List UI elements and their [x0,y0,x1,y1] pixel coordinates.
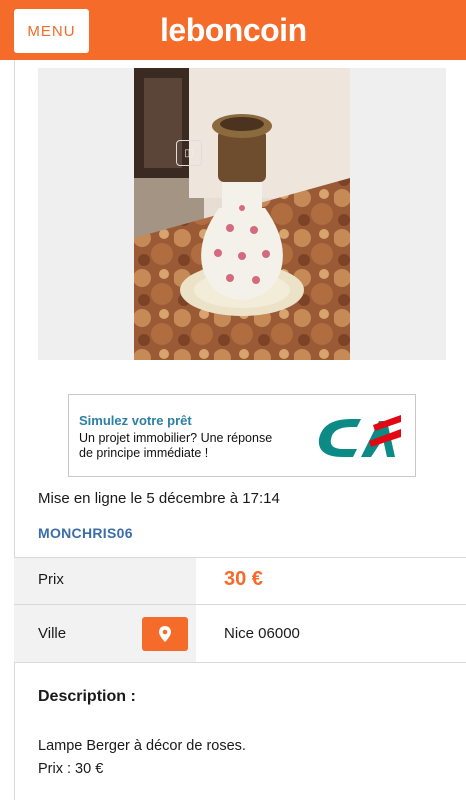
price-label: Prix [38,571,64,588]
ad-text-line: de principe immédiate ! [79,446,209,460]
ad-banner[interactable]: Simulez votre prêt Un projet immobilier?… [68,394,416,477]
posted-date: Mise en ligne le 5 décembre à 17:14 [38,490,280,507]
description-title: Description : [38,688,136,705]
price-value: 30 € [224,568,263,590]
seller-name[interactable]: MONCHRIS06 [38,525,133,541]
listing-photo[interactable] [134,68,350,360]
price-label-cell: Prix [14,558,196,604]
city-label-cell: Ville [14,605,196,662]
3d-cube-icon: ◫ [176,140,202,166]
site-logo[interactable]: leboncoin [160,12,307,49]
credit-agricole-logo [318,415,401,457]
city-label: Ville [38,625,67,642]
map-button[interactable] [142,617,188,651]
city-value: Nice 06000 [224,625,300,642]
location-pin-icon [159,626,171,642]
description-text: Prix : 30 € [38,761,104,777]
app-header: MENU leboncoin [0,0,466,60]
city-row: Ville Nice 06000 [14,604,466,663]
listing-photo-carousel[interactable]: ◫ [38,68,446,360]
price-row: Prix 30 € [14,557,466,604]
menu-button[interactable]: MENU [14,9,89,53]
description-text: Lampe Berger à décor de roses. [38,738,246,754]
ad-title: Simulez votre prêt [79,413,192,428]
ad-text-line: Un projet immobilier? Une réponse [79,431,273,445]
